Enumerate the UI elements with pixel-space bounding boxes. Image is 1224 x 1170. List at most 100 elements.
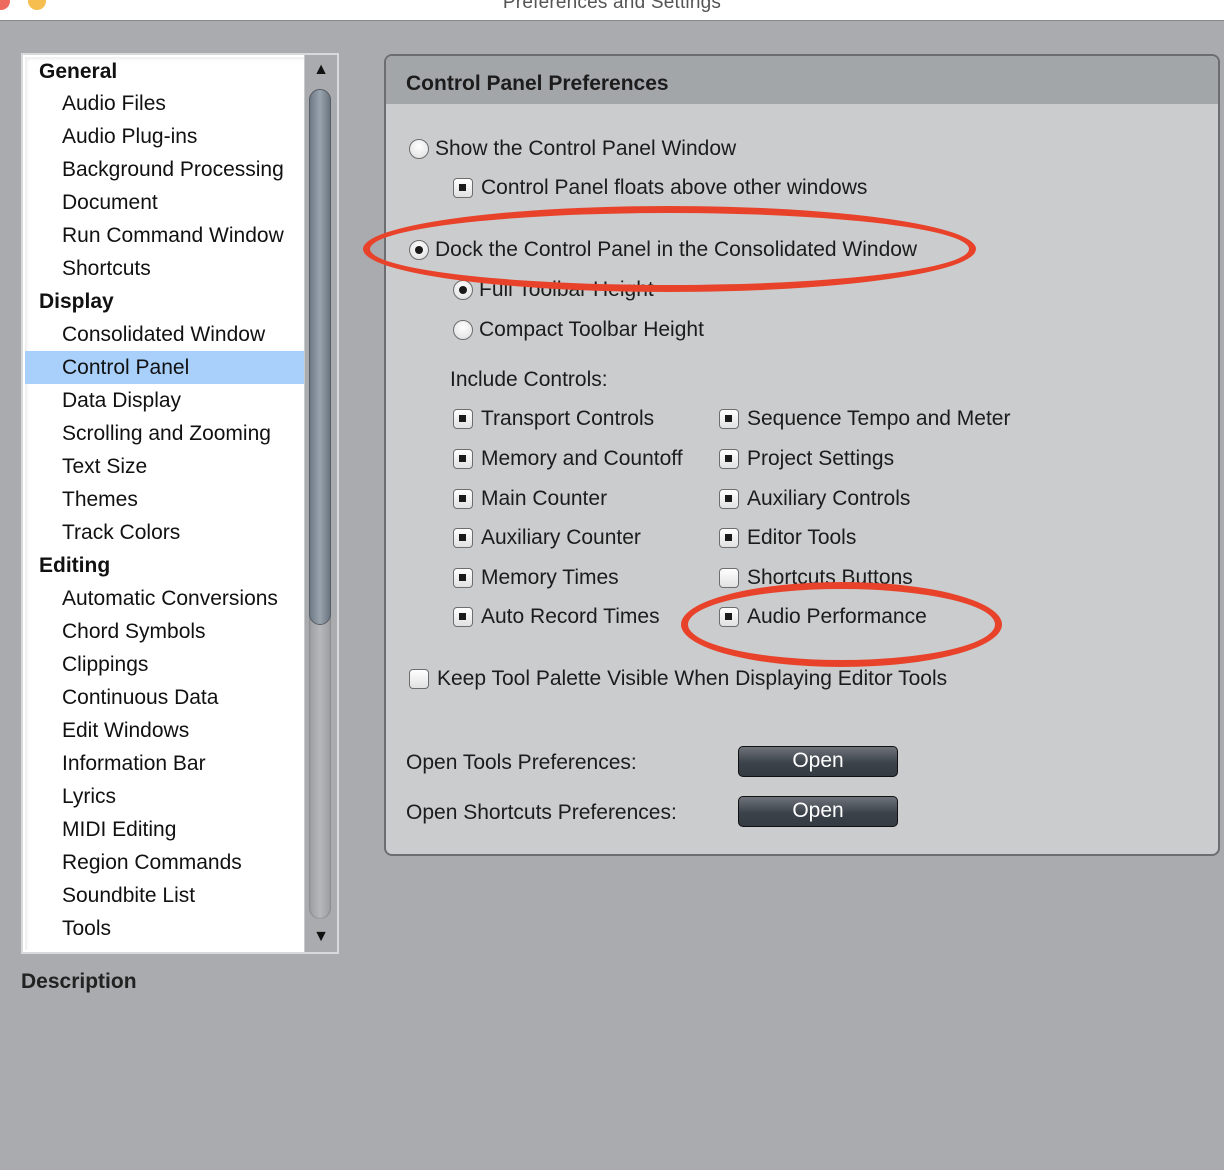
category-item[interactable]: Consolidated Window bbox=[25, 318, 307, 351]
scroll-down-arrow-icon[interactable]: ▼ bbox=[305, 924, 337, 950]
include-control-label: Transport Controls bbox=[481, 407, 655, 430]
window-titlebar: Preferences and Settings bbox=[0, 0, 1224, 21]
include-control-option[interactable]: Project Settings bbox=[719, 447, 894, 471]
include-control-label: Project Settings bbox=[747, 447, 895, 470]
open-tools-label: Open Tools Preferences: bbox=[406, 751, 637, 774]
dock-label: Dock the Control Panel in the Consolidat… bbox=[435, 238, 918, 261]
full-toolbar-label: Full Toolbar Height bbox=[479, 278, 654, 301]
include-control-option[interactable]: Audio Performance bbox=[719, 605, 927, 629]
category-item[interactable]: Information Bar bbox=[25, 747, 307, 780]
include-control-option[interactable]: Auto Record Times bbox=[453, 605, 660, 629]
category-item[interactable]: Region Commands bbox=[25, 846, 307, 879]
open-shortcuts-preferences-button[interactable]: Open bbox=[738, 796, 898, 827]
category-item[interactable]: Edit Windows bbox=[25, 714, 307, 747]
description-heading: Description bbox=[21, 970, 137, 993]
full-toolbar-option[interactable]: Full Toolbar Height bbox=[453, 278, 654, 302]
include-control-option[interactable]: Auxiliary Counter bbox=[453, 526, 641, 550]
scroll-up-arrow-icon[interactable]: ▲ bbox=[305, 57, 337, 83]
include-control-checkbox[interactable] bbox=[453, 489, 473, 509]
compact-toolbar-label: Compact Toolbar Height bbox=[479, 318, 704, 341]
keep-palette-checkbox[interactable] bbox=[409, 669, 429, 689]
show-window-label: Show the Control Panel Window bbox=[435, 137, 737, 160]
include-control-label: Memory Times bbox=[481, 566, 619, 589]
include-control-label: Sequence Tempo and Meter bbox=[747, 407, 1011, 430]
category-item[interactable]: Tools bbox=[25, 912, 307, 945]
compact-toolbar-option[interactable]: Compact Toolbar Height bbox=[453, 318, 704, 342]
keep-palette-label: Keep Tool Palette Visible When Displayin… bbox=[437, 667, 948, 690]
category-item[interactable]: Control Panel bbox=[25, 351, 307, 384]
include-control-option[interactable]: Auxiliary Controls bbox=[719, 487, 910, 511]
include-control-label: Memory and Countoff bbox=[481, 447, 683, 470]
include-control-checkbox[interactable] bbox=[719, 528, 739, 548]
include-control-checkbox[interactable] bbox=[719, 409, 739, 429]
include-control-option[interactable]: Main Counter bbox=[453, 487, 607, 511]
category-item[interactable]: Scrolling and Zooming bbox=[25, 417, 307, 450]
category-item[interactable]: MIDI Editing bbox=[25, 813, 307, 846]
category-header[interactable]: Editing bbox=[25, 549, 307, 582]
include-control-label: Audio Performance bbox=[747, 605, 927, 628]
category-item[interactable]: Chord Symbols bbox=[25, 615, 307, 648]
category-item[interactable]: Automatic Conversions bbox=[25, 582, 307, 615]
category-item[interactable]: Lyrics bbox=[25, 780, 307, 813]
floats-above-checkbox[interactable] bbox=[453, 178, 473, 198]
include-control-checkbox[interactable] bbox=[453, 568, 473, 588]
include-controls-heading: Include Controls: bbox=[450, 368, 608, 392]
include-control-option[interactable]: Memory Times bbox=[453, 566, 619, 590]
include-control-checkbox[interactable] bbox=[719, 568, 739, 588]
vertical-scrollbar[interactable]: ▲ ▼ bbox=[304, 55, 337, 952]
show-window-radio[interactable] bbox=[409, 139, 429, 159]
scroll-track[interactable] bbox=[309, 89, 331, 919]
category-item[interactable]: Background Processing bbox=[25, 153, 307, 186]
panel-title: Control Panel Preferences bbox=[386, 56, 1218, 104]
category-item[interactable]: Data Display bbox=[25, 384, 307, 417]
floats-above-option[interactable]: Control Panel floats above other windows bbox=[453, 176, 867, 200]
open-tools-row: Open Tools Preferences: bbox=[406, 751, 637, 775]
open-shortcuts-row: Open Shortcuts Preferences: bbox=[406, 801, 677, 825]
compact-toolbar-radio[interactable] bbox=[453, 320, 473, 340]
category-item[interactable]: Text Size bbox=[25, 450, 307, 483]
category-list-viewport: General Audio Files Audio Plug-ins Backgrou… bbox=[25, 57, 307, 950]
category-item[interactable]: Document bbox=[25, 186, 307, 219]
include-control-label: Editor Tools bbox=[747, 526, 857, 549]
include-control-option[interactable]: Transport Controls bbox=[453, 407, 654, 431]
include-control-label: Auxiliary Controls bbox=[747, 487, 911, 510]
include-control-checkbox[interactable] bbox=[719, 489, 739, 509]
category-header[interactable]: Display bbox=[25, 285, 307, 318]
dock-option[interactable]: Dock the Control Panel in the Consolidat… bbox=[409, 238, 917, 262]
include-control-checkbox[interactable] bbox=[453, 528, 473, 548]
open-tools-preferences-button[interactable]: Open bbox=[738, 746, 898, 777]
scroll-thumb[interactable] bbox=[309, 89, 331, 625]
include-control-option[interactable]: Editor Tools bbox=[719, 526, 856, 550]
include-control-label: Shortcuts Buttons bbox=[747, 566, 913, 589]
category-item[interactable]: Run Command Window bbox=[25, 219, 307, 252]
include-control-option[interactable]: Memory and Countoff bbox=[453, 447, 683, 471]
include-control-label: Auxiliary Counter bbox=[481, 526, 641, 549]
include-controls-label: Include Controls: bbox=[450, 368, 608, 391]
include-control-option[interactable]: Sequence Tempo and Meter bbox=[719, 407, 1010, 431]
include-control-option[interactable]: Shortcuts Buttons bbox=[719, 566, 913, 590]
include-control-checkbox[interactable] bbox=[453, 449, 473, 469]
category-item[interactable]: Clippings bbox=[25, 648, 307, 681]
category-item[interactable]: Continuous Data bbox=[25, 681, 307, 714]
show-window-option[interactable]: Show the Control Panel Window bbox=[409, 137, 736, 161]
keep-palette-option[interactable]: Keep Tool Palette Visible When Displayin… bbox=[409, 667, 947, 691]
category-item[interactable]: Audio Files bbox=[25, 87, 307, 120]
include-control-checkbox[interactable] bbox=[719, 607, 739, 627]
window-title: Preferences and Settings bbox=[502, 0, 722, 13]
category-item[interactable]: Shortcuts bbox=[25, 252, 307, 285]
floats-above-label: Control Panel floats above other windows bbox=[481, 176, 868, 199]
category-item[interactable]: Audio Plug-ins bbox=[25, 120, 307, 153]
category-item[interactable]: Soundbite List bbox=[25, 879, 307, 912]
include-control-checkbox[interactable] bbox=[453, 409, 473, 429]
category-header[interactable]: General bbox=[25, 57, 307, 87]
include-control-label: Main Counter bbox=[481, 487, 608, 510]
dock-radio[interactable] bbox=[409, 240, 429, 260]
include-control-checkbox[interactable] bbox=[453, 607, 473, 627]
full-toolbar-radio[interactable] bbox=[453, 280, 473, 300]
category-item[interactable]: Themes bbox=[25, 483, 307, 516]
category-item[interactable]: Track Colors bbox=[25, 516, 307, 549]
open-shortcuts-label: Open Shortcuts Preferences: bbox=[406, 801, 677, 824]
include-control-label: Auto Record Times bbox=[481, 605, 660, 628]
preferences-category-list: General Audio Files Audio Plug-ins Backgrou… bbox=[21, 53, 339, 954]
include-control-checkbox[interactable] bbox=[719, 449, 739, 469]
